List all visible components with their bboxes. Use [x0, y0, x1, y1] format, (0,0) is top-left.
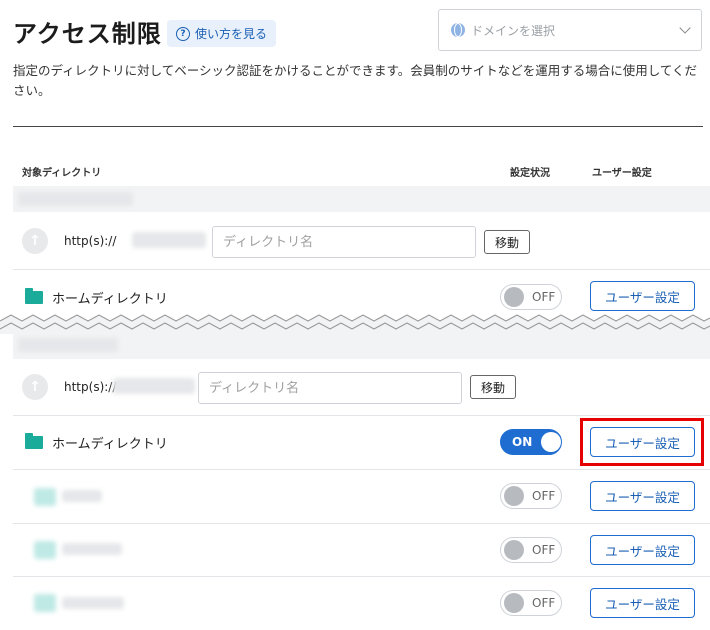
- folder-icon: [34, 594, 56, 612]
- globe-icon: [451, 23, 465, 37]
- help-icon: ?: [176, 26, 190, 41]
- home-directory-label: ホームディレクトリ: [52, 292, 168, 307]
- move-button[interactable]: 移動: [484, 230, 531, 254]
- folder-icon: [25, 288, 43, 304]
- status-toggle[interactable]: OFF: [500, 537, 562, 563]
- page-description: 指定のディレクトリに対してベーシック認証をかけることができます。会員制のサイトな…: [13, 63, 698, 98]
- up-directory-icon[interactable]: ↑: [22, 228, 48, 254]
- toggle-label: OFF: [532, 290, 556, 304]
- user-settings-button[interactable]: ユーザー設定: [590, 535, 695, 565]
- redacted-directory: [62, 490, 102, 502]
- toggle-label: OFF: [532, 543, 556, 557]
- status-toggle[interactable]: OFF: [500, 590, 562, 616]
- http-prefix: http(s)://: [64, 380, 117, 394]
- row-divider: [13, 523, 710, 524]
- toggle-knob: [504, 486, 524, 506]
- redacted-directory: [62, 543, 122, 555]
- folder-icon: [25, 433, 43, 449]
- toggle-label: OFF: [532, 596, 556, 610]
- chevron-down-icon: [679, 22, 691, 34]
- home-directory-label: ホームディレクトリ: [52, 437, 168, 452]
- status-toggle[interactable]: OFF: [500, 483, 562, 509]
- domain-select[interactable]: ドメインを選択: [438, 9, 702, 51]
- column-header-status: 設定状況: [510, 168, 550, 179]
- toggle-label: ON: [512, 435, 533, 449]
- directory-input[interactable]: [198, 372, 462, 404]
- row-divider: [13, 269, 710, 270]
- row-divider: [13, 576, 710, 577]
- redacted-domain: [18, 192, 133, 206]
- user-settings-button[interactable]: ユーザー設定: [590, 481, 695, 511]
- status-toggle[interactable]: ON: [500, 429, 562, 455]
- redacted-directory: [62, 597, 124, 609]
- user-settings-button[interactable]: ユーザー設定: [590, 281, 695, 311]
- toggle-knob: [541, 432, 561, 452]
- break-separator: [0, 314, 710, 334]
- highlight-box: [580, 418, 704, 466]
- folder-icon: [34, 488, 56, 506]
- column-header-user: ユーザー設定: [592, 168, 652, 179]
- howto-label: 使い方を見る: [195, 27, 268, 41]
- status-toggle[interactable]: OFF: [500, 284, 562, 310]
- toggle-knob: [504, 287, 524, 307]
- redacted-domain: [132, 232, 206, 248]
- column-header-directory: 対象ディレクトリ: [22, 168, 102, 179]
- user-settings-button[interactable]: ユーザー設定: [590, 588, 695, 618]
- howto-button[interactable]: ? 使い方を見る: [167, 20, 277, 47]
- toggle-label: OFF: [532, 489, 556, 503]
- toggle-knob: [504, 593, 524, 613]
- divider: [13, 126, 703, 127]
- domain-band: [13, 333, 710, 359]
- redacted-domain: [18, 338, 118, 352]
- folder-icon: [34, 541, 56, 559]
- redacted-domain: [113, 378, 195, 394]
- domain-band: [13, 186, 710, 212]
- domain-placeholder: ドメインを選択: [471, 23, 556, 38]
- up-directory-icon[interactable]: ↑: [22, 374, 48, 400]
- toggle-knob: [504, 540, 524, 560]
- http-prefix: http(s)://: [64, 234, 117, 248]
- row-divider: [13, 415, 710, 416]
- directory-input[interactable]: [212, 226, 476, 258]
- row-divider: [13, 469, 710, 470]
- page-title: アクセス制限: [13, 20, 162, 48]
- move-button[interactable]: 移動: [470, 375, 517, 399]
